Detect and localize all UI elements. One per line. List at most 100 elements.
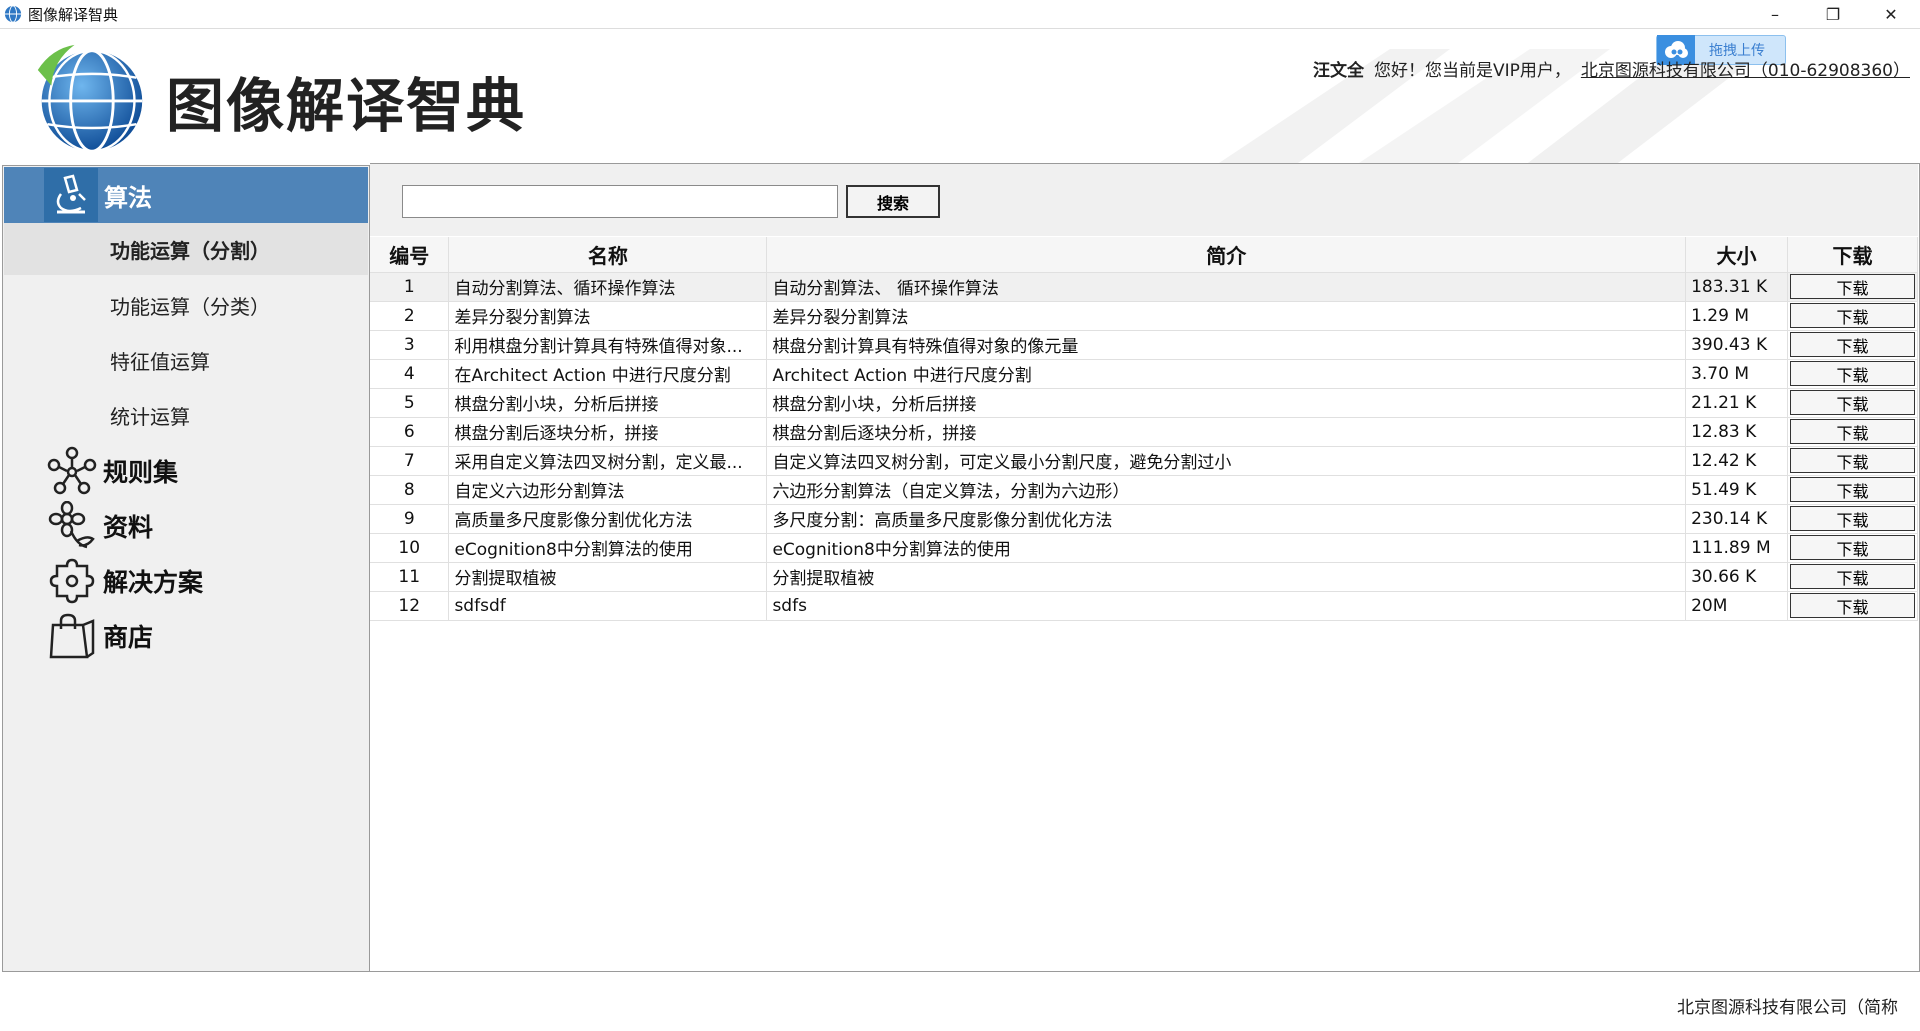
col-header-size[interactable]: 大小 [1685, 237, 1789, 273]
cell-download: 下载 [1787, 475, 1918, 505]
table-row[interactable]: 9 高质量多尺度影像分割优化方法 多尺度分割：高质量多尺度影像分割优化方法 230.1… [370, 504, 1918, 534]
download-button[interactable]: 下载 [1790, 593, 1915, 618]
minimize-button[interactable]: – [1746, 0, 1804, 29]
cell-description: 六边形分割算法（自定义算法，分割为六边形） [766, 475, 1687, 505]
cell-name: 差异分裂分割算法 [448, 301, 768, 331]
cell-description: 棋盘分割后逐块分析，拼接 [766, 417, 1687, 447]
cell-name: 棋盘分割后逐块分析，拼接 [448, 417, 768, 447]
cell-description: 差异分裂分割算法 [766, 301, 1687, 331]
window-title: 图像解译智典 [28, 5, 119, 24]
cell-size: 3.70 M [1685, 359, 1789, 389]
table-row[interactable]: 5 棋盘分割小块，分析后拼接 棋盘分割小块，分析后拼接 21.21 K 下载 [370, 388, 1918, 418]
subitem-classification[interactable]: 功能运算（分类） [4, 279, 368, 331]
table-row[interactable]: 4 在Architect Action 中进行尺度分割 Architect Acti… [370, 359, 1918, 389]
cell-description: 自定义算法四叉树分割，可定义最小分割尺度，避免分割过小 [766, 446, 1687, 476]
table-row[interactable]: 2 差异分裂分割算法 差异分裂分割算法 1.29 M 下载 [370, 301, 1918, 331]
cell-id: 9 [370, 504, 450, 534]
table-row[interactable]: 7 采用自定义算法四叉树分割，定义最... 自定义算法四叉树分割，可定义最小分割尺度… [370, 446, 1918, 476]
download-button[interactable]: 下载 [1790, 535, 1915, 560]
close-button[interactable]: ✕ [1862, 0, 1920, 29]
footer: 北京图源科技有限公司（简称 [0, 973, 1920, 1031]
cell-id: 4 [370, 359, 450, 389]
cell-name: 自定义六边形分割算法 [448, 475, 768, 505]
table-row[interactable]: 12 sdfsdf sdfs 20M 下载 [370, 591, 1918, 621]
cell-download: 下载 [1787, 417, 1918, 447]
cell-size: 12.83 K [1685, 417, 1789, 447]
algorithm-table: 编号 名称 简介 大小 下载 1 自动分割算法、循环操作算法 自动分割算法、 循环操… [370, 237, 1918, 621]
table-row[interactable]: 6 棋盘分割后逐块分析，拼接 棋盘分割后逐块分析，拼接 12.83 K 下载 [370, 417, 1918, 447]
cell-download: 下载 [1787, 330, 1918, 360]
sidebar-item-resources[interactable]: 资料 [47, 500, 153, 552]
cell-id: 7 [370, 446, 450, 476]
cell-size: 111.89 M [1685, 533, 1789, 563]
cell-id: 3 [370, 330, 450, 360]
search-button[interactable]: 搜索 [846, 185, 940, 218]
table-row[interactable]: 8 自定义六边形分割算法 六边形分割算法（自定义算法，分割为六边形） 51.49 K下… [370, 475, 1918, 505]
puzzle-icon [49, 558, 95, 604]
cell-download: 下载 [1787, 272, 1918, 302]
cell-download: 下载 [1787, 446, 1918, 476]
subitem-segmentation[interactable]: 功能运算（分割） [4, 223, 368, 275]
flower-icon [48, 501, 95, 549]
download-button[interactable]: 下载 [1790, 274, 1915, 299]
cell-description: 分割提取植被 [766, 562, 1687, 592]
cell-name: 采用自定义算法四叉树分割，定义最... [448, 446, 768, 476]
microscope-icon [44, 168, 98, 222]
sidebar-item-ruleset[interactable]: 规则集 [47, 445, 178, 497]
cell-id: 10 [370, 533, 450, 563]
network-icon [47, 446, 97, 495]
cell-id: 6 [370, 417, 450, 447]
cell-download: 下载 [1787, 301, 1918, 331]
cell-description: eCognition8中分割算法的使用 [766, 533, 1687, 563]
window-controls: – ❐ ✕ [1746, 0, 1920, 29]
sidebar-item-store[interactable]: 商店 [47, 610, 153, 662]
cell-description: 棋盘分割计算具有特殊值得对象的像元量 [766, 330, 1687, 360]
username: 汪文全 [1312, 61, 1364, 81]
cell-id: 8 [370, 475, 450, 505]
table-row[interactable]: 11 分割提取植被 分割提取植被 30.66 K 下载 [370, 562, 1918, 592]
download-button[interactable]: 下载 [1790, 419, 1915, 444]
cell-id: 2 [370, 301, 450, 331]
subitem-feature-value[interactable]: 特征值运算 [4, 334, 368, 386]
cell-size: 390.43 K [1685, 330, 1789, 360]
col-header-name[interactable]: 名称 [448, 237, 768, 273]
cell-download: 下载 [1787, 359, 1918, 389]
sidebar-item-solutions[interactable]: 解决方案 [47, 555, 203, 607]
sidebar-item-label: 算法 [104, 183, 152, 212]
col-header-id[interactable]: 编号 [370, 237, 450, 273]
download-button[interactable]: 下载 [1790, 506, 1915, 531]
cell-name: 自动分割算法、循环操作算法 [448, 272, 768, 302]
download-button[interactable]: 下载 [1790, 477, 1915, 502]
table-row[interactable]: 3 利用棋盘分割计算具有特殊值得对象... 棋盘分割计算具有特殊值得对象的像元量 39… [370, 330, 1918, 360]
title-bar: 图像解译智典 – ❐ ✕ [0, 0, 1920, 29]
shopping-bag-icon [49, 613, 95, 659]
download-button[interactable]: 下载 [1790, 332, 1915, 357]
cell-description: sdfs [766, 591, 1687, 621]
download-button[interactable]: 下载 [1790, 361, 1915, 386]
user-info: 汪文全 您好！您当前是VIP用户， 北京图源科技有限公司（010-62908360） [1313, 56, 1910, 81]
download-button[interactable]: 下载 [1790, 390, 1915, 415]
cell-id: 1 [370, 272, 450, 302]
download-button[interactable]: 下载 [1790, 448, 1915, 473]
restore-button[interactable]: ❐ [1804, 0, 1862, 29]
cell-download: 下载 [1787, 388, 1918, 418]
company-link[interactable]: 北京图源科技有限公司（010-62908360） [1581, 61, 1910, 81]
table-row[interactable]: 1 自动分割算法、循环操作算法 自动分割算法、 循环操作算法 183.31 K 下载 [370, 272, 1918, 302]
cell-name: sdfsdf [448, 591, 768, 621]
header: 图像解译智典 拖拽上传 汪文全 您好！您当前是VIP用户， 北京图源科技有限公司（0… [0, 29, 1920, 163]
col-header-download[interactable]: 下载 [1787, 237, 1918, 273]
cell-size: 183.31 K [1685, 272, 1789, 302]
greeting-text: 您好！您当前是VIP用户， [1373, 61, 1571, 81]
sidebar-item-algorithm[interactable]: 算法 [4, 167, 368, 223]
cell-download: 下载 [1787, 591, 1918, 621]
cell-download: 下载 [1787, 533, 1918, 563]
col-header-description[interactable]: 简介 [766, 237, 1687, 273]
cell-description: 棋盘分割小块，分析后拼接 [766, 388, 1687, 418]
app-globe-icon [4, 5, 22, 23]
download-button[interactable]: 下载 [1790, 564, 1915, 589]
search-input[interactable] [402, 185, 838, 218]
subitem-statistics[interactable]: 统计运算 [4, 389, 368, 441]
table-row[interactable]: 10 eCognition8中分割算法的使用 eCognition8中分割算法的使用… [370, 533, 1918, 563]
cell-name: 棋盘分割小块，分析后拼接 [448, 388, 768, 418]
download-button[interactable]: 下载 [1790, 303, 1915, 328]
